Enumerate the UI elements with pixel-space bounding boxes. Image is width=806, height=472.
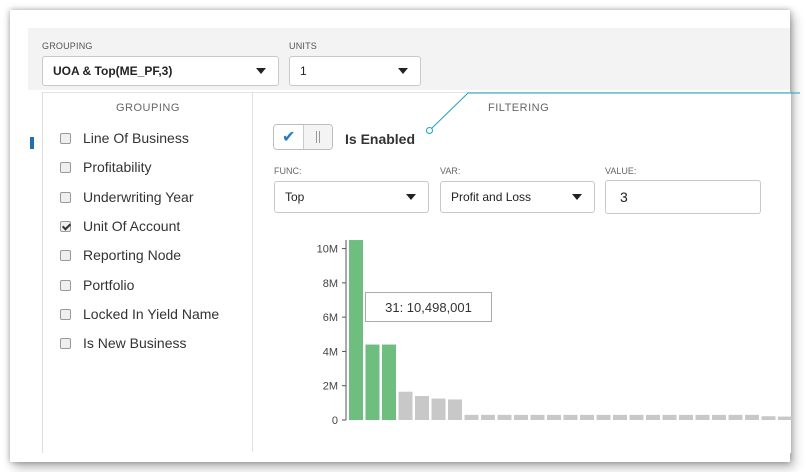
chart-bar[interactable] [448, 399, 462, 420]
y-tick-label: 2M [323, 381, 338, 393]
chart-bar[interactable] [398, 391, 413, 420]
chart-bar[interactable] [382, 344, 396, 420]
chart-bar[interactable] [580, 414, 594, 420]
chart-bar[interactable] [679, 414, 693, 420]
chart-bar[interactable] [745, 414, 759, 420]
chart-bar[interactable] [646, 414, 660, 420]
chart-bar[interactable] [712, 414, 726, 420]
chart-tooltip: 31: 10,498,001 [365, 292, 492, 322]
chart-bar[interactable] [695, 414, 710, 420]
chart-bar[interactable] [761, 416, 776, 420]
chart-bar[interactable] [563, 414, 578, 420]
chart-bar[interactable] [497, 414, 512, 420]
chart-bar[interactable] [514, 414, 528, 420]
chart-bar[interactable] [349, 240, 363, 420]
chart-bar[interactable] [464, 414, 479, 420]
chart-bar[interactable] [613, 414, 627, 420]
chart-bar[interactable] [530, 414, 545, 420]
chart-bar[interactable] [629, 414, 644, 420]
y-tick-label: 4M [323, 346, 338, 358]
chart-bar[interactable] [481, 414, 495, 420]
chart-bar[interactable] [662, 414, 677, 420]
chart-bar[interactable] [431, 398, 446, 420]
chart-bar[interactable] [365, 344, 380, 420]
chart-bar[interactable] [778, 416, 792, 420]
y-tick-label: 10M [317, 244, 338, 256]
chart-bar[interactable] [728, 414, 743, 420]
chart-bar[interactable] [596, 414, 611, 420]
y-tick-label: 0 [332, 415, 338, 427]
y-tick-label: 8M [323, 278, 338, 290]
chart-bar[interactable] [547, 414, 561, 420]
y-tick-label: 6M [323, 312, 338, 324]
chart-bar[interactable] [415, 396, 429, 420]
distribution-chart: 0 2M 4M 6M 8M 10M [317, 240, 792, 427]
